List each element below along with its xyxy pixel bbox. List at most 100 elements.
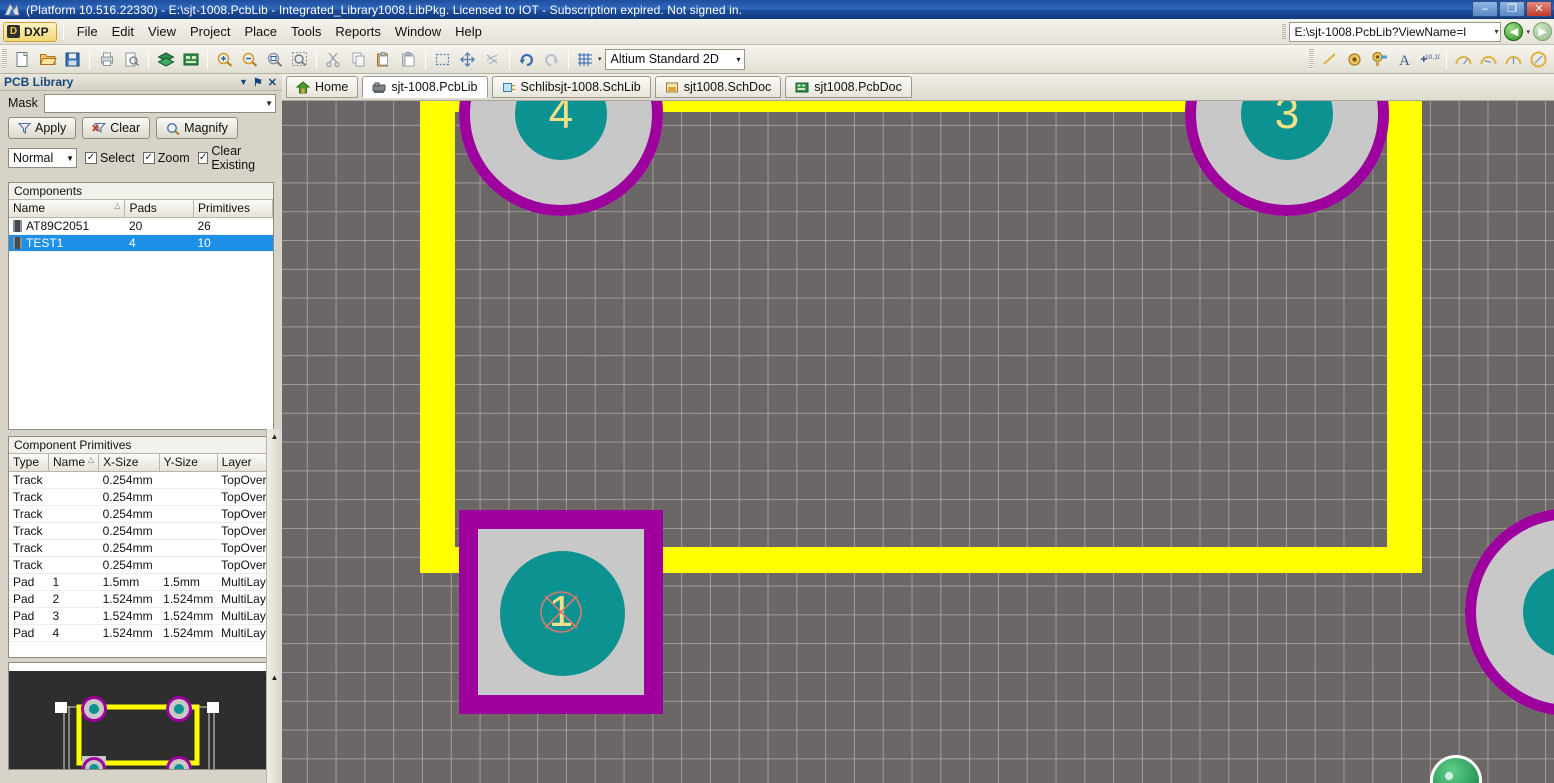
zoom-checkbox-box[interactable]: ✓ xyxy=(142,152,155,164)
tab-sjt-1008-pcblib[interactable]: sjt-1008.PcbLib xyxy=(362,76,488,98)
tab-sjt1008-pcbdoc[interactable]: sjt1008.PcbDoc xyxy=(785,76,912,98)
place-via-icon[interactable] xyxy=(1368,48,1391,70)
table-row[interactable]: Track 0.254mm TopOverlay xyxy=(9,471,273,489)
place-full-circle-icon[interactable] xyxy=(1527,48,1550,70)
tab-sjt1008-schdoc[interactable]: sjt1008.SchDoc xyxy=(654,76,782,98)
preview-canvas[interactable] xyxy=(9,671,273,769)
altium-status-button[interactable] xyxy=(1430,755,1482,783)
copy-icon[interactable] xyxy=(347,48,370,70)
table-row[interactable]: Pad 2 1.524mm 1.524mm MultiLayer xyxy=(9,590,273,608)
components-col-name[interactable]: Name △ xyxy=(9,200,126,218)
close-icon[interactable]: ✕ xyxy=(268,76,277,89)
print-icon[interactable] xyxy=(95,48,118,70)
dxp-menu-button[interactable]: D DXP xyxy=(3,21,57,42)
mask-input[interactable]: ▼ xyxy=(43,93,276,113)
pad-1[interactable]: 1 xyxy=(459,510,663,714)
components-col-pads[interactable]: Pads xyxy=(124,200,194,218)
zoom-checkbox[interactable]: ✓ Zoom xyxy=(142,151,190,165)
minimize-button[interactable]: – xyxy=(1472,1,1498,17)
pcb-editor-canvas[interactable]: 4 3 2 1 xyxy=(282,101,1554,783)
primitives-col-name[interactable]: Name △ xyxy=(48,454,100,472)
pad-2[interactable]: 2 xyxy=(1465,508,1554,716)
place-coordinate-icon[interactable]: 10,10 xyxy=(1418,48,1441,70)
clear-existing-checkbox-box[interactable]: ✓ xyxy=(197,152,209,164)
table-row[interactable]: Track 0.254mm TopOverlay xyxy=(9,488,273,506)
apply-button[interactable]: Apply xyxy=(8,117,77,139)
table-row[interactable]: Track 0.254mm TopOverlay xyxy=(9,505,273,523)
paste-special-icon[interactable] xyxy=(397,48,420,70)
table-row[interactable]: Pad 4 1.524mm 1.524mm MultiLayer xyxy=(9,624,273,642)
zoom-area-icon[interactable] xyxy=(288,48,311,70)
track-left[interactable] xyxy=(420,101,455,573)
place-line-icon[interactable] xyxy=(1318,48,1341,70)
deselect-icon[interactable] xyxy=(481,48,504,70)
mask-mode-select[interactable]: Normal ▼ xyxy=(8,148,77,168)
menu-item-file[interactable]: File xyxy=(70,22,105,41)
zoom-in-icon[interactable] xyxy=(213,48,236,70)
move-icon[interactable] xyxy=(456,48,479,70)
clear-existing-checkbox[interactable]: ✓ Clear Existing xyxy=(197,144,278,172)
board-icon[interactable] xyxy=(179,48,202,70)
zoom-document-icon[interactable] xyxy=(263,48,286,70)
table-row[interactable]: AT89C2051 20 26 xyxy=(9,217,273,235)
chevron-down-icon[interactable]: ▼ xyxy=(66,154,74,163)
chevron-down-icon[interactable]: ▼ xyxy=(265,99,273,108)
tab-schlibsjt-1008-schlib[interactable]: Schlibsjt-1008.SchLib xyxy=(491,76,651,98)
pad-4[interactable]: 4 xyxy=(459,101,663,216)
menu-item-window[interactable]: Window xyxy=(388,22,448,41)
table-row[interactable]: Pad 1 1.5mm 1.5mm MultiLayer xyxy=(9,573,273,591)
address-input[interactable]: E:\sjt-1008.PcbLib?ViewName=l ▾ xyxy=(1289,21,1502,42)
select-area-icon[interactable] xyxy=(431,48,454,70)
back-history-chevron-down-icon[interactable]: ▾ xyxy=(1526,28,1530,36)
menu-item-project[interactable]: Project xyxy=(183,22,237,41)
primitives-col-type[interactable]: Type xyxy=(9,454,50,472)
forward-button[interactable]: ▶ xyxy=(1533,22,1552,41)
menu-item-view[interactable]: View xyxy=(141,22,183,41)
primitives-col-xsize[interactable]: X-Size xyxy=(98,454,160,472)
primitives-col-layer[interactable]: Layer xyxy=(217,454,274,472)
select-checkbox[interactable]: ✓ Select xyxy=(85,151,135,165)
undo-icon[interactable] xyxy=(515,48,538,70)
magnify-button[interactable]: Magnify xyxy=(156,117,238,139)
pad-3[interactable]: 3 xyxy=(1185,101,1389,216)
chevron-down-icon[interactable]: ▾ xyxy=(737,55,741,64)
save-document-icon[interactable] xyxy=(61,48,84,70)
menu-item-place[interactable]: Place xyxy=(237,22,284,41)
select-checkbox-box[interactable]: ✓ xyxy=(85,152,97,164)
components-col-primitives[interactable]: Primitives xyxy=(193,200,274,218)
place-arc-edge-icon[interactable] xyxy=(1477,48,1500,70)
component-preview[interactable]: ▲ xyxy=(8,662,274,770)
close-button[interactable]: ✕ xyxy=(1526,1,1552,17)
grid-icon[interactable] xyxy=(574,48,597,70)
menu-item-help[interactable]: Help xyxy=(448,22,489,41)
toolbar-grip-main[interactable] xyxy=(2,49,7,69)
grid-chevron-down-icon[interactable]: ▾ xyxy=(598,55,602,63)
back-button[interactable]: ◀ xyxy=(1504,22,1524,41)
redo-icon[interactable] xyxy=(540,48,563,70)
maximize-button[interactable]: ❐ xyxy=(1499,1,1525,17)
new-document-icon[interactable] xyxy=(11,48,34,70)
toolbar-grip[interactable] xyxy=(1282,24,1287,39)
place-arc-any-icon[interactable] xyxy=(1502,48,1525,70)
place-arc-center-icon[interactable] xyxy=(1452,48,1475,70)
cut-icon[interactable] xyxy=(322,48,345,70)
pin-icon[interactable]: ⚑ xyxy=(253,76,263,89)
panel-scrollbar-primitives[interactable]: ▲ xyxy=(266,429,282,674)
placement-toolbar-grip[interactable] xyxy=(1309,49,1314,69)
print-preview-icon[interactable] xyxy=(120,48,143,70)
menu-item-edit[interactable]: Edit xyxy=(105,22,141,41)
menu-item-tools[interactable]: Tools xyxy=(284,22,328,41)
place-pad-icon[interactable] xyxy=(1343,48,1366,70)
tab-home[interactable]: Home xyxy=(286,76,359,98)
chevron-down-icon[interactable]: ▾ xyxy=(1494,27,1498,36)
place-string-icon[interactable]: A xyxy=(1393,48,1416,70)
clear-button[interactable]: Clear xyxy=(82,117,151,139)
table-row[interactable]: Pad 3 1.524mm 1.524mm MultiLayer xyxy=(9,607,273,625)
layers-icon[interactable] xyxy=(154,48,177,70)
component-name-cell[interactable]: AT89C2051 xyxy=(9,217,125,235)
table-row[interactable]: TEST1 4 10 xyxy=(9,234,273,252)
window-controls[interactable]: – ❐ ✕ xyxy=(1472,1,1552,17)
component-name-cell[interactable]: TEST1 xyxy=(9,234,125,252)
menu-item-reports[interactable]: Reports xyxy=(328,22,388,41)
scroll-up-icon[interactable]: ▲ xyxy=(267,670,282,684)
